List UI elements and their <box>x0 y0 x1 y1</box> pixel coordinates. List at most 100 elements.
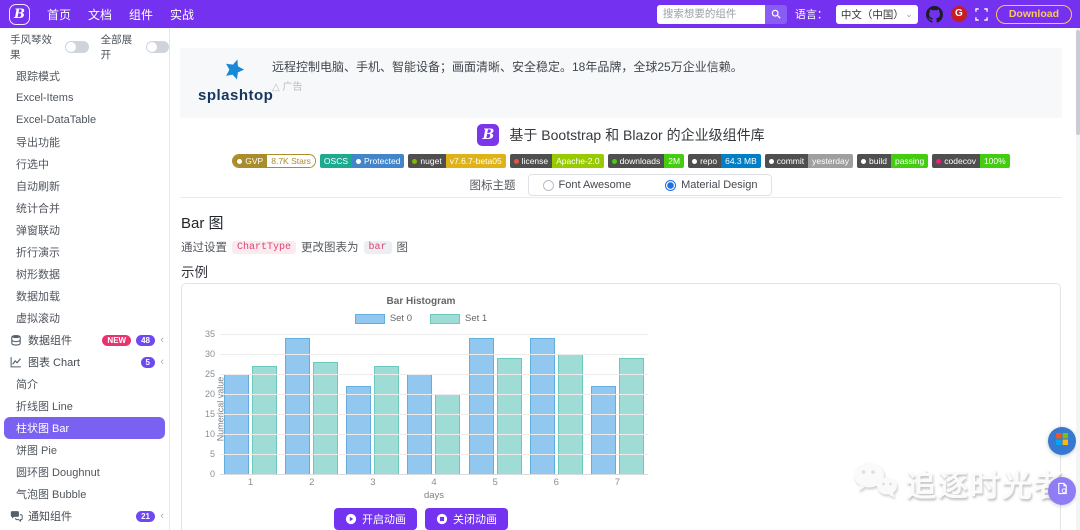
sidebar-item[interactable]: 折线图 Line <box>0 395 169 417</box>
charttype-code-chip: ChartType <box>232 240 297 254</box>
sidebar-item[interactable]: 气泡图 Bubble <box>0 483 169 505</box>
sidebar-item[interactable]: 数据组件 NEW 48 ‹ <box>0 329 169 351</box>
sidebar-item[interactable]: 树形数据 <box>0 263 169 285</box>
sidebar-item[interactable]: 跟踪模式 <box>0 65 169 87</box>
status-badge-4[interactable]: downloads 2M <box>607 154 685 168</box>
sidebar-item[interactable]: 自动刷新 <box>0 175 169 197</box>
sidebar-item[interactable]: Excel-Items <box>0 87 169 109</box>
radio-option-material-design[interactable]: Material Design <box>665 179 757 191</box>
database-icon <box>10 334 23 347</box>
sidebar-item[interactable]: 圆环图 Doughnut <box>0 461 169 483</box>
status-badge-7[interactable]: build passing <box>857 154 929 168</box>
sidebar-item[interactable]: 饼图 Pie <box>0 439 169 461</box>
nav-item-2[interactable]: 组件 <box>129 6 153 23</box>
badge-icon <box>412 158 418 164</box>
bar-code-chip: bar <box>363 240 392 254</box>
gridline <box>220 354 648 355</box>
sidebar-item[interactable]: 数据加载 <box>0 285 169 307</box>
sidebar-item[interactable]: 柱状图 Bar <box>4 417 165 439</box>
sidebar-item-label: 导出功能 <box>16 137 60 149</box>
status-badge-6[interactable]: commit yesterday <box>764 154 853 168</box>
sidebar-toggles: 手风琴效果 全部展开 <box>0 28 169 65</box>
bar-set0-day3[interactable] <box>346 386 372 474</box>
top-navbar: B 首页文档组件实战 语言： 中文（中国） ⌄ G Download <box>0 0 1080 28</box>
radio-option-font-awesome[interactable]: Font Awesome <box>542 179 631 191</box>
desc-suffix: 图 <box>396 242 409 254</box>
language-select[interactable]: 中文（中国） ⌄ <box>835 4 918 24</box>
bar-set0-day1[interactable] <box>224 374 250 474</box>
sidebar-item[interactable]: 导出功能 <box>0 131 169 153</box>
main-content: splashtop 远程控制电脑、手机、智能设备；画面清晰、安全稳定。18年品牌… <box>171 28 1080 530</box>
button-label: 开启动画 <box>362 514 406 526</box>
chevron-icon: ‹ <box>160 510 164 522</box>
bar-group <box>342 334 403 474</box>
sidebar-item[interactable]: 虚拟滚动 <box>0 307 169 329</box>
icon-theme-row: 图标主题 Font Awesome Material Design <box>180 174 1062 196</box>
nav-item-3[interactable]: 实战 <box>170 6 194 23</box>
sidebar-item-label: 折线图 Line <box>16 401 73 413</box>
sidebar-item-label: 数据加载 <box>16 291 60 303</box>
button-label: 关闭动画 <box>453 514 497 526</box>
download-button[interactable]: Download <box>995 4 1072 24</box>
brand-logo[interactable]: B <box>9 3 30 25</box>
sidebar-item[interactable]: 图表 Chart 5 ‹ <box>0 351 169 373</box>
status-badge-5[interactable]: repo 64.3 MB <box>688 154 761 168</box>
sidebar-item[interactable]: 统计合并 <box>0 197 169 219</box>
sidebar-item[interactable]: 行选中 <box>0 153 169 175</box>
gitee-icon[interactable]: G <box>950 6 967 22</box>
page-scrollbar[interactable] <box>1076 28 1080 530</box>
y-tick: 30 <box>204 349 215 359</box>
fullscreen-icon[interactable] <box>975 7 988 21</box>
bar-set0-day4[interactable] <box>407 374 433 474</box>
bar-set1-day2[interactable] <box>313 362 339 474</box>
radio-checked-icon[interactable] <box>665 179 677 191</box>
sidebar-item[interactable]: 折行演示 <box>0 241 169 263</box>
toggle-switch-0[interactable] <box>65 41 89 53</box>
bar-set1-day1[interactable] <box>252 366 278 474</box>
status-badge-1[interactable]: OSCS Protected <box>319 154 405 168</box>
chart-buttons: 开启动画 关闭动画 <box>186 508 656 530</box>
nav-menu: 首页 文档 组件 实战 <box>47 6 194 23</box>
toggle-switch-1[interactable] <box>145 41 169 53</box>
gridline <box>220 374 648 375</box>
start-animation-button[interactable]: 开启动画 <box>334 508 417 530</box>
bar-set1-day3[interactable] <box>374 366 400 474</box>
desc-mid: 更改图表为 <box>301 242 359 254</box>
stop-circle-icon <box>436 513 448 525</box>
search-button[interactable] <box>764 4 787 24</box>
nav-item-0[interactable]: 首页 <box>47 6 71 23</box>
status-badge-3[interactable]: license Apache-2.0 <box>509 154 604 168</box>
chart-plot-area: Numerical value 35 30 25 20 15 10 5 0 <box>205 329 648 479</box>
github-icon[interactable] <box>925 5 943 23</box>
toggle-label: 全部展开 <box>100 34 133 61</box>
source-code-button[interactable] <box>1048 477 1076 505</box>
badge-segment: commit <box>764 154 809 168</box>
search-input[interactable] <box>656 4 765 24</box>
nav-item-1[interactable]: 文档 <box>88 6 112 23</box>
legend-label: Set 1 <box>465 313 488 324</box>
badge-icon <box>692 158 698 164</box>
bar-set0-day7[interactable] <box>590 386 616 474</box>
status-badge-0[interactable]: GVP 8.7K Stars <box>232 154 316 168</box>
radio-unchecked-icon[interactable] <box>542 179 554 191</box>
status-badge-8[interactable]: codecov 100% <box>932 154 1010 168</box>
legend-label: Set 0 <box>389 313 412 324</box>
sidebar-item[interactable]: 通知组件 21 ‹ <box>0 505 169 527</box>
sidebar-item-label: 统计合并 <box>16 203 60 215</box>
sidebar: 手风琴效果 全部展开 跟踪模式 Excel-Items Excel-DataTable… <box>0 28 170 530</box>
splashtop-logo[interactable]: splashtop <box>198 58 273 104</box>
ad-text[interactable]: 远程控制电脑、手机、智能设备；画面清晰、安全稳定。18年品牌，全球25万企业信赖… <box>272 58 743 75</box>
status-badge-2[interactable]: nuget v7.6.7-beta05 <box>408 154 506 168</box>
sidebar-item[interactable]: Excel-DataTable <box>0 109 169 131</box>
theme-switcher-button[interactable] <box>1048 427 1076 455</box>
legend-item[interactable]: Set 1 <box>430 313 487 324</box>
legend-item[interactable]: Set 0 <box>354 313 412 324</box>
sidebar-item[interactable]: 简介 <box>0 373 169 395</box>
stop-animation-button[interactable]: 关闭动画 <box>425 508 508 530</box>
gridline <box>220 454 648 455</box>
ad-banner[interactable]: splashtop 远程控制电脑、手机、智能设备；画面清晰、安全稳定。18年品牌… <box>180 48 1062 118</box>
scrollbar-thumb[interactable] <box>1076 30 1080 135</box>
bar-set1-day5[interactable] <box>496 358 522 474</box>
sidebar-item[interactable]: 弹窗联动 <box>0 219 169 241</box>
bar-set1-day7[interactable] <box>618 358 644 474</box>
